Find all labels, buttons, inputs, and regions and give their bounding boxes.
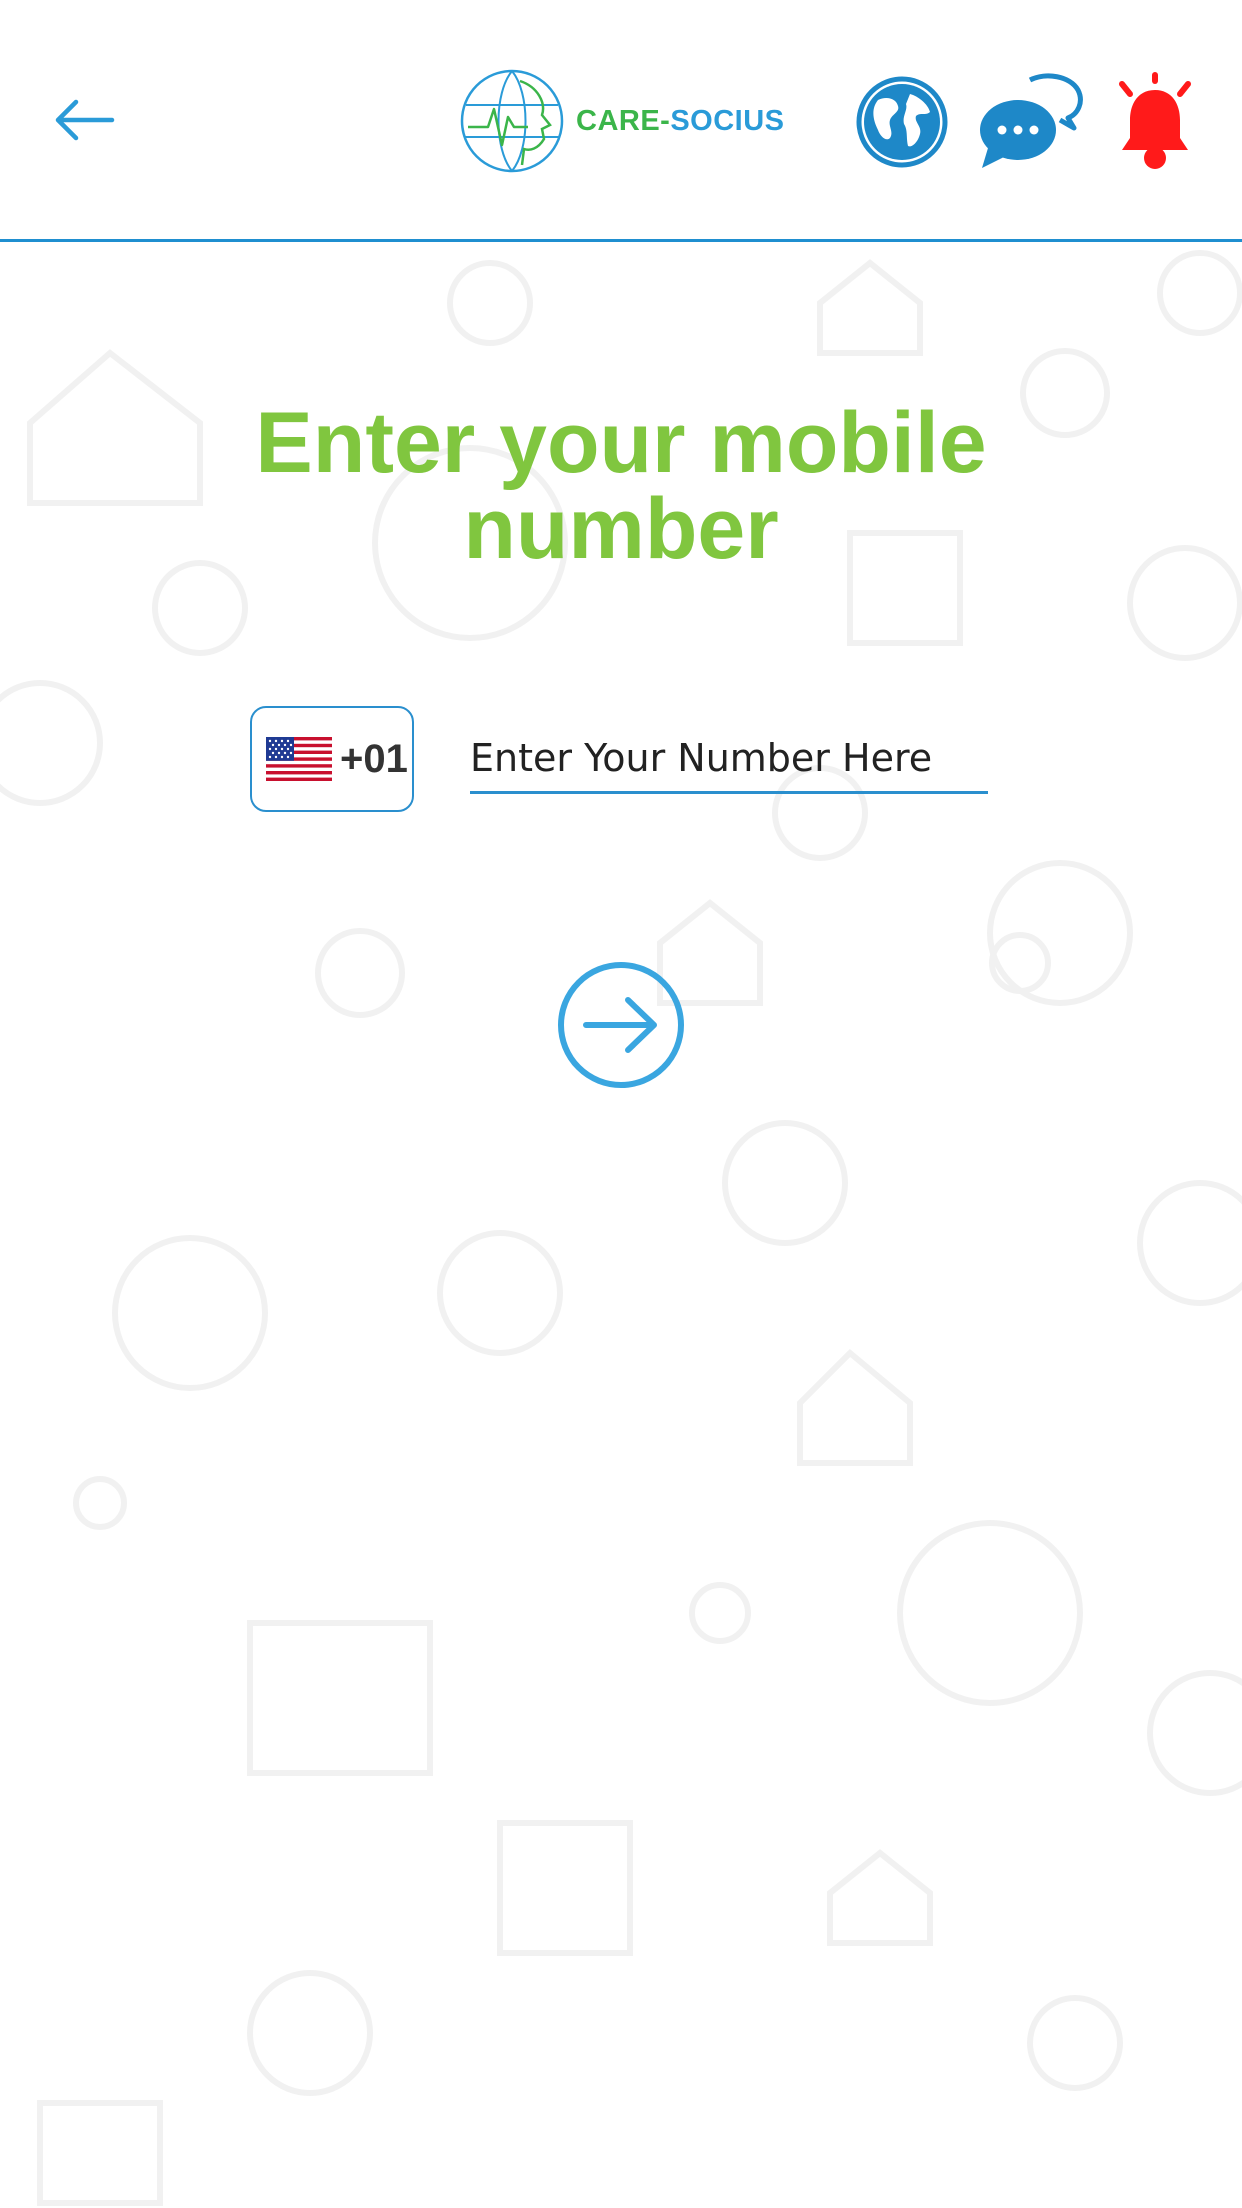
next-button[interactable] bbox=[556, 960, 686, 1090]
logo-text-care: CARE- bbox=[576, 104, 671, 137]
logo-text-socius: SOCIUS bbox=[670, 104, 785, 137]
care-socius-logo: CARE-SOCIUS bbox=[458, 66, 785, 176]
page-title-line-1: Enter your mobile bbox=[255, 395, 987, 491]
alerts-button[interactable] bbox=[1114, 68, 1196, 172]
messages-button[interactable] bbox=[978, 70, 1088, 170]
country-code-label: +01 bbox=[340, 736, 408, 781]
us-flag-icon bbox=[266, 737, 332, 781]
logo-globe-face-icon bbox=[460, 69, 564, 173]
phone-number-input[interactable] bbox=[470, 724, 988, 794]
page-title-line-2: number bbox=[463, 481, 779, 577]
login-phone-screen: CARE-SOCIUS Enter your mobile number +01… bbox=[0, 0, 1242, 2208]
app-header: CARE-SOCIUS bbox=[0, 0, 1242, 240]
globe-icon bbox=[856, 76, 948, 168]
header-divider bbox=[0, 239, 1242, 242]
page-title: Enter your mobile number bbox=[0, 400, 1242, 572]
chat-bubbles-icon bbox=[980, 73, 1083, 168]
logo-wordmark: CARE-SOCIUS bbox=[576, 105, 785, 138]
country-code-selector[interactable]: +01 bbox=[250, 706, 414, 812]
arrow-left-icon bbox=[55, 99, 115, 141]
language-button[interactable] bbox=[856, 76, 948, 168]
bell-icon bbox=[1119, 72, 1191, 169]
arrow-right-circle-icon bbox=[558, 962, 684, 1088]
back-button[interactable] bbox=[40, 80, 128, 160]
